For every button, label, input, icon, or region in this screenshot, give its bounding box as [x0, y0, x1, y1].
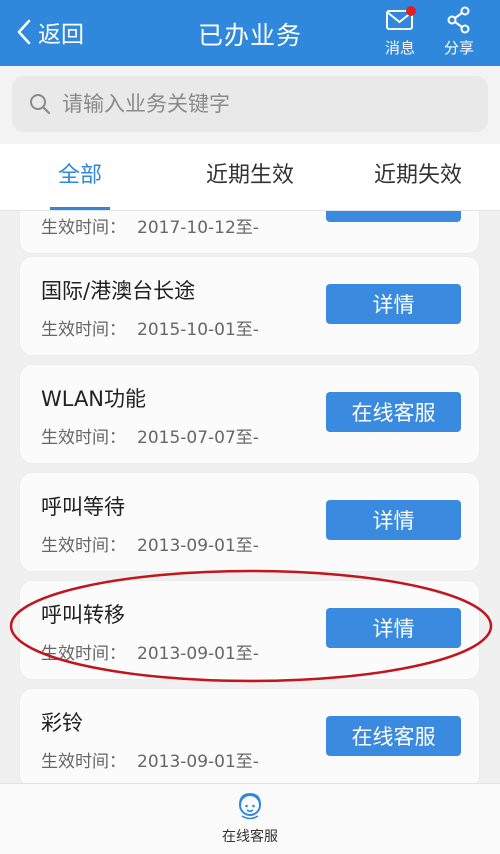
effective-time-value: 2013-09-01至-	[137, 536, 259, 556]
effective-time-value: 2015-07-07至-	[137, 428, 259, 448]
details-button[interactable]: 详情	[326, 608, 461, 648]
effective-time-label: 生效时间：	[41, 644, 126, 664]
list-item: 呼叫转移 生效时间： 2013-09-01至- 详情	[20, 581, 479, 679]
effective-time-value: 2013-09-01至-	[137, 644, 259, 664]
service-list: 生效时间： 2017-10-12至- 国际/港澳台长途 生效时间： 2015-1…	[0, 211, 500, 783]
list-item: 国际/港澳台长途 生效时间： 2015-10-01至- 详情	[20, 257, 479, 355]
effective-time-label: 生效时间：	[41, 536, 126, 556]
tab-recent-effective[interactable]: 近期生效	[190, 144, 310, 210]
search-box[interactable]	[12, 76, 488, 132]
top-bar: 返回 已办业务 消息 分享	[0, 0, 500, 66]
effective-time-label: 生效时间：	[41, 752, 126, 772]
effective-time-label: 生效时间：	[41, 320, 126, 340]
service-name: 呼叫转移	[41, 603, 125, 627]
details-button[interactable]: 详情	[326, 284, 461, 324]
search-input[interactable]	[60, 91, 464, 117]
search-icon	[30, 94, 51, 115]
customer-service-icon	[239, 792, 261, 820]
back-label: 返回	[38, 22, 84, 48]
list-item: 生效时间： 2017-10-12至-	[20, 211, 479, 253]
details-button[interactable]: 详情	[326, 500, 461, 540]
list-item: WLAN功能 生效时间： 2015-07-07至- 在线客服	[20, 365, 479, 463]
tab-all[interactable]: 全部	[30, 144, 130, 210]
online-service-button[interactable]: 在线客服	[326, 392, 461, 432]
effective-time-label: 生效时间：	[41, 428, 126, 448]
unread-badge	[406, 6, 416, 16]
message-label: 消息	[384, 39, 415, 57]
online-service-tab[interactable]: 在线客服	[210, 790, 290, 846]
back-button[interactable]: 返回	[14, 14, 84, 50]
search-section	[0, 66, 500, 144]
effective-time-label: 生效时间：	[41, 218, 126, 238]
chevron-left-icon	[17, 19, 31, 45]
service-name: 国际/港澳台长途	[41, 279, 196, 303]
bottom-bar: 在线客服	[0, 783, 500, 854]
share-icon	[447, 6, 470, 34]
effective-time-value: 2017-10-12至-	[137, 218, 259, 238]
active-tab-indicator	[50, 207, 110, 210]
online-service-button[interactable]: 在线客服	[326, 716, 461, 756]
service-name: WLAN功能	[41, 387, 147, 411]
effective-time-value: 2015-10-01至-	[137, 320, 259, 340]
online-service-label: 在线客服	[222, 829, 278, 845]
effective-time-value: 2013-09-01至-	[137, 752, 259, 772]
tab-recent-expiring[interactable]: 近期失效	[358, 144, 478, 210]
service-name: 呼叫等待	[41, 495, 125, 519]
share-button[interactable]: 分享	[431, 6, 487, 60]
list-item: 彩铃 生效时间： 2013-09-01至- 在线客服	[20, 689, 479, 783]
tab-bar: 全部 近期生效 近期失效	[0, 144, 500, 211]
service-name: 彩铃	[41, 711, 83, 735]
share-label: 分享	[443, 39, 474, 57]
item-action-button[interactable]	[326, 211, 461, 222]
message-button[interactable]: 消息	[372, 6, 428, 60]
list-item: 呼叫等待 生效时间： 2013-09-01至- 详情	[20, 473, 479, 571]
